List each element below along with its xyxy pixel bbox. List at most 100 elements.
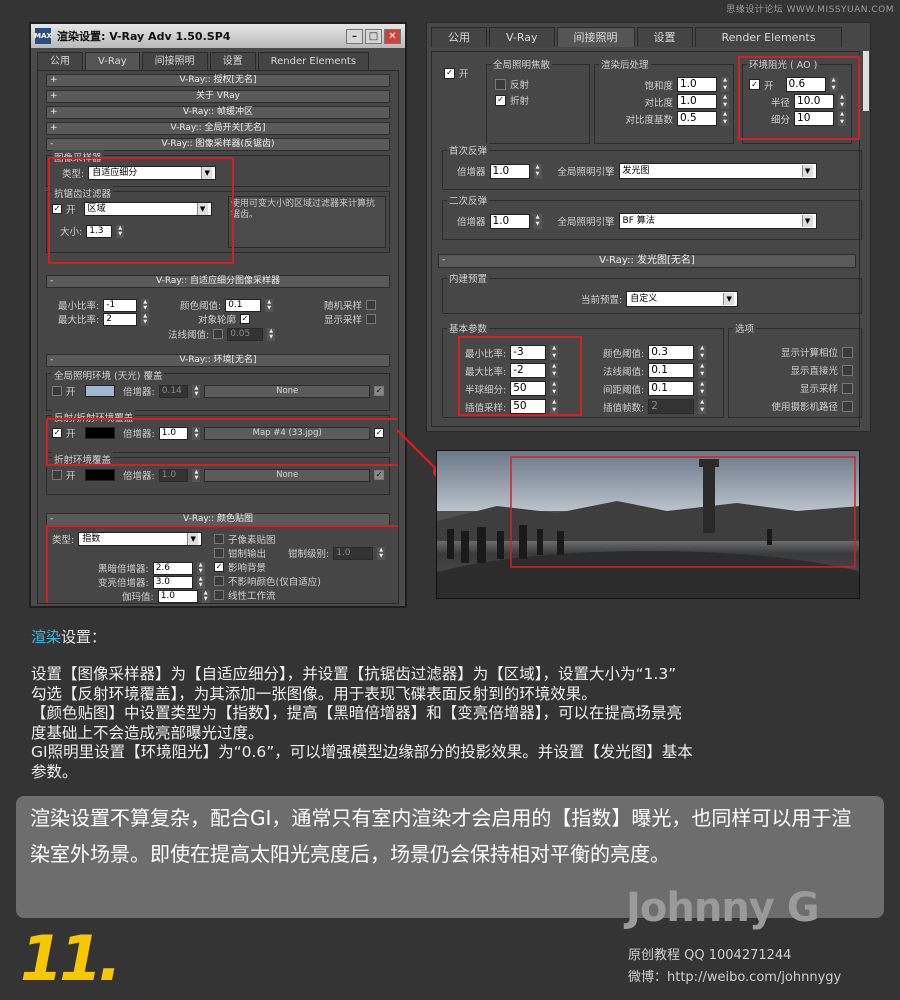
caustics-group: 全局照明焦散 反射 ✓折射 (486, 64, 590, 144)
object-outline-checkbox[interactable]: ✓ (240, 314, 250, 324)
section-heading: 渲染设置： (31, 626, 106, 647)
tab-render-elements[interactable]: Render Elements (695, 27, 843, 47)
spinner-icon[interactable]: ▲▼ (265, 299, 273, 312)
spinner-icon[interactable]: ▲▼ (721, 77, 729, 92)
site-watermark: 思缘设计论坛 WWW.MISSYUAN.COM (726, 2, 894, 15)
group-label: 渲染后处理 (599, 57, 651, 71)
spinner-icon[interactable]: ▲▼ (721, 111, 729, 126)
show-samples-checkbox[interactable] (842, 383, 853, 394)
refraction-map-checkbox[interactable]: ✓ (374, 470, 384, 480)
tab-settings[interactable]: 设置 (637, 27, 693, 47)
rollout-environment[interactable]: -V-Ray:: 环境[无名] (46, 354, 390, 367)
spinner-icon[interactable]: ▲▼ (141, 299, 149, 312)
gi-env-group: 全局照明环境 (天光) 覆盖 开 倍增器: 0.14▲▼ None ✓ (46, 373, 390, 411)
group-label: 全局照明环境 (天光) 覆盖 (52, 368, 164, 382)
tab-common[interactable]: 公用 (37, 52, 83, 70)
spinner-icon[interactable]: ▲▼ (534, 164, 542, 179)
spinner-icon[interactable]: ▲▼ (698, 381, 706, 396)
refraction-map-button[interactable]: None (204, 469, 370, 482)
gi-env-on-checkbox[interactable] (52, 386, 62, 396)
spinner-icon[interactable]: ▲▼ (192, 469, 200, 482)
preset-dropdown[interactable]: 自定义▼ (626, 291, 738, 307)
tab-vray[interactable]: V-Ray (85, 52, 140, 70)
minimize-icon[interactable]: – (346, 29, 363, 44)
color-threshold-input[interactable]: 0.3 (648, 345, 694, 360)
expand-icon: + (50, 75, 58, 86)
color-swatch[interactable] (85, 385, 115, 397)
label: 反射 (510, 77, 529, 91)
collapse-icon: - (50, 139, 53, 150)
use-camera-path-checkbox[interactable] (842, 401, 853, 412)
reflect-caustics-checkbox[interactable] (495, 79, 506, 90)
primary-multiplier-input[interactable]: 1.0 (490, 164, 530, 179)
rollout-irradiance-map[interactable]: -V-Ray:: 发光图[无名] (438, 254, 856, 268)
saturation-input[interactable]: 1.0 (677, 77, 717, 92)
refraction-multiplier-input[interactable]: 1.0 (159, 469, 189, 482)
gi-multiplier-input[interactable]: 0.14 (159, 385, 189, 398)
label: 全局照明引擎 (558, 164, 615, 178)
color-threshold-input[interactable]: 0.1 (225, 299, 261, 312)
group-label: 全局照明焦散 (491, 57, 552, 71)
normal-threshold-checkbox[interactable] (213, 329, 223, 339)
label: 显示采样 (800, 381, 838, 395)
maximize-icon[interactable]: □ (365, 29, 382, 44)
tab-indirect[interactable]: 间接照明 (557, 27, 635, 47)
refract-caustics-checkbox[interactable]: ✓ (495, 95, 506, 106)
show-direct-light-checkbox[interactable] (842, 365, 853, 376)
label: 倍增器 (457, 214, 486, 228)
spinner-icon[interactable]: ▲▼ (698, 399, 706, 414)
label: 开 (459, 66, 469, 80)
spinner-icon[interactable]: ▲▼ (698, 345, 706, 360)
label: 当前预置: (581, 292, 622, 306)
options-group: 选项 显示计算相位 显示直接光 显示采样 使用摄影机路径 (728, 328, 862, 418)
window-tabs: 公用 V-Ray 间接照明 设置 Render Elements (31, 48, 405, 70)
collapse-icon: - (442, 255, 445, 266)
tab-render-elements[interactable]: Render Elements (258, 52, 369, 70)
show-samples-checkbox[interactable] (366, 314, 376, 324)
tab-vray[interactable]: V-Ray (489, 27, 555, 47)
rollout-framebuffer[interactable]: +V-Ray:: 帧缓冲区 (46, 106, 390, 119)
spinner-icon[interactable]: ▲▼ (267, 328, 275, 341)
color-swatch[interactable] (85, 469, 115, 481)
contrast-input[interactable]: 1.0 (677, 94, 717, 109)
paragraph-line: 勾选【反射环境覆盖】，为其添加一张图像。用于表现飞碟表面反射到的环境效果。 (31, 685, 876, 705)
gi-on-checkbox[interactable]: ✓ (444, 68, 455, 79)
interp-frames-input[interactable]: 2 (648, 399, 694, 414)
label: 倍增器: (123, 468, 155, 482)
highlight-box (738, 56, 860, 140)
scrollbar[interactable] (863, 51, 869, 111)
chevron-down-icon: ▼ (802, 215, 813, 227)
gi-map-button[interactable]: None (204, 385, 370, 398)
distance-threshold-input[interactable]: 0.1 (648, 381, 694, 396)
contrast-base-input[interactable]: 0.5 (677, 111, 717, 126)
show-calc-phase-checkbox[interactable] (842, 347, 853, 358)
rollout-about[interactable]: +关于 VRay (46, 90, 390, 103)
randomize-checkbox[interactable] (366, 300, 376, 310)
spinner-icon[interactable]: ▲▼ (698, 363, 706, 378)
primary-engine-dropdown[interactable]: 发光图▼ (619, 163, 817, 179)
adaptive-section: 最小比率:-1▲▼ 最大比率:2▲▼ 颜色阈值:0.1▲▼ 对象轮廓✓ 法线阈值… (38, 288, 398, 348)
refraction-env-on-checkbox[interactable] (52, 470, 62, 480)
label: 最大比率: (58, 312, 99, 326)
max-rate-input[interactable]: 2 (103, 313, 137, 326)
label: 随机采样 (324, 298, 362, 312)
title-bar: MAX 渲染设置: V-Ray Adv 1.50.SP4 – □ ✕ (31, 24, 405, 48)
min-rate-input[interactable]: -1 (103, 299, 137, 312)
close-icon[interactable]: ✕ (384, 29, 401, 44)
rollout-adaptive-subdivision[interactable]: -V-Ray:: 自适应细分图像采样器 (46, 275, 390, 288)
tab-common[interactable]: 公用 (431, 27, 487, 47)
secondary-multiplier-input[interactable]: 1.0 (490, 214, 530, 229)
secondary-engine-dropdown[interactable]: BF 算法▼ (619, 213, 817, 229)
label: 颜色阈值: (603, 346, 644, 360)
spinner-icon[interactable]: ▲▼ (534, 214, 542, 229)
spinner-icon[interactable]: ▲▼ (721, 94, 729, 109)
gi-map-checkbox[interactable]: ✓ (374, 386, 384, 396)
tab-indirect[interactable]: 间接照明 (142, 52, 208, 70)
normal-threshold-input[interactable]: 0.05 (227, 328, 263, 341)
spinner-icon[interactable]: ▲▼ (192, 385, 200, 398)
tab-settings[interactable]: 设置 (210, 52, 256, 70)
rollout-license[interactable]: +V-Ray:: 授权[无名] (46, 74, 390, 87)
normal-threshold-input[interactable]: 0.1 (648, 363, 694, 378)
spinner-icon[interactable]: ▲▼ (141, 313, 149, 326)
rollout-global-switches[interactable]: +V-Ray:: 全局开关[无名] (46, 122, 390, 135)
